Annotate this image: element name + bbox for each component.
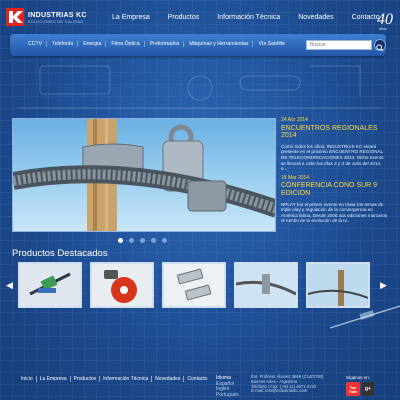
product-plates-image	[164, 264, 224, 306]
category-via-satelite[interactable]: Vía Satélite	[258, 41, 289, 47]
product-thumbnail[interactable]	[162, 262, 226, 308]
site-header: INDUSTRIAS KC SOLUCIONES DE CALIDAD La E…	[0, 0, 400, 36]
footer-link-la-empresa[interactable]: La Empresa	[40, 376, 71, 382]
nav-novedades[interactable]: Novedades	[298, 14, 333, 21]
news-body: Como todos los años, INDUSTRIAS KC estar…	[281, 143, 384, 172]
product-thumbnail[interactable]	[18, 262, 82, 308]
slider-dot[interactable]	[140, 238, 145, 243]
brand-tagline: SOLUCIONES DE CALIDAD	[28, 20, 84, 24]
address-email[interactable]: E-mail: info@industriaskc.com	[251, 389, 323, 394]
search-button[interactable]	[374, 39, 386, 52]
featured-products-heading: Productos Destacados	[12, 248, 108, 259]
anniversary-40-logo-icon: 40 años	[377, 11, 393, 31]
carousel-prev-arrow-icon[interactable]: ◀	[6, 280, 13, 291]
nav-informacion-tecnica[interactable]: Información Técnica	[217, 14, 280, 21]
carousel-next-arrow-icon[interactable]: ▶	[380, 280, 387, 291]
product-thumbnail[interactable]	[90, 262, 154, 308]
footer-link-informacion-tecnica[interactable]: Información Técnica	[103, 376, 153, 382]
footer-link-contacto[interactable]: Contacto	[187, 376, 210, 382]
nav-productos[interactable]: Productos	[168, 14, 200, 21]
news-title[interactable]: CONFERENCIA CONO SUR 9 EDICION	[281, 182, 389, 197]
product-thumbnail[interactable]	[234, 262, 298, 308]
pole-clamp-photo	[13, 119, 275, 231]
social-label: Síganos en:	[346, 375, 371, 380]
language-option-pt[interactable]: Portugués	[216, 392, 239, 399]
news-date: 18 Mar 2014	[281, 174, 310, 181]
brand-name: INDUSTRIAS KC	[28, 12, 87, 19]
google-plus-icon[interactable]: g+	[362, 382, 374, 396]
category-cctv[interactable]: CCTV	[28, 41, 48, 47]
slider-dot[interactable]	[129, 238, 134, 243]
product-clamp-green-image	[20, 264, 80, 306]
site-footer: Inicio La Empresa Productos Información …	[0, 365, 400, 400]
news-body: NPLAY fue el primer evento en tratar los…	[281, 201, 388, 224]
news-item[interactable]: 18 Mar 2014 CONFERENCIA CONO SUR 9 EDICI…	[281, 174, 389, 224]
footer-link-inicio[interactable]: Inicio	[21, 376, 37, 382]
company-address: Ent. Profesor Álvarez 3666 (C1407GB) Bue…	[251, 374, 323, 394]
footer-link-productos[interactable]: Productos	[74, 376, 101, 382]
product-reel-red-image	[92, 264, 152, 306]
news-date: 24 Abr 2014	[281, 117, 308, 123]
category-maquinas-herramientas[interactable]: Máquinas y Herramientas	[189, 41, 254, 47]
language-selector: Idioma Español Inglés Portugués	[216, 375, 239, 399]
category-nav-bar: CCTV Telefonía Energía Fibra Óptica Pref…	[10, 34, 386, 56]
news-title[interactable]: ENCUENTROS REGIONALES 2014	[281, 125, 389, 140]
news-item[interactable]: 24 Abr 2014 ENCUENTROS REGIONALES 2014 C…	[281, 117, 389, 172]
slider-dot[interactable]	[162, 238, 167, 243]
slider-dot[interactable]	[118, 238, 123, 243]
nav-la-empresa[interactable]: La Empresa	[112, 14, 150, 21]
category-preformados[interactable]: Preformados	[150, 41, 185, 47]
category-telefonia[interactable]: Telefonía	[52, 41, 79, 47]
svg-text:años: años	[379, 27, 387, 31]
category-fibra-optica[interactable]: Fibra Óptica	[111, 41, 145, 47]
category-nav-list: CCTV Telefonía Energía Fibra Óptica Pref…	[28, 41, 294, 47]
main-nav: La Empresa Productos Información Técnica…	[112, 14, 398, 21]
blueprint-decoration	[20, 65, 380, 109]
news-panel: 24 Abr 2014 ENCUENTROS REGIONALES 2014 C…	[281, 117, 389, 238]
blueprint-cable-decoration	[330, 305, 400, 329]
youtube-icon[interactable]: You Tube	[346, 382, 360, 396]
company-logo-icon[interactable]	[6, 8, 24, 26]
slider-pagination	[118, 238, 167, 243]
footer-nav: Inicio La Empresa Productos Información …	[21, 376, 213, 382]
product-cable-fitting-image	[236, 264, 296, 306]
svg-text:40: 40	[377, 11, 393, 28]
search-icon	[376, 44, 384, 52]
slider-dot[interactable]	[151, 238, 156, 243]
featured-image-slider[interactable]	[12, 118, 276, 232]
search-input[interactable]	[306, 40, 372, 50]
category-energia[interactable]: Energía	[83, 41, 107, 47]
footer-link-novedades[interactable]: Novedades	[155, 376, 185, 382]
